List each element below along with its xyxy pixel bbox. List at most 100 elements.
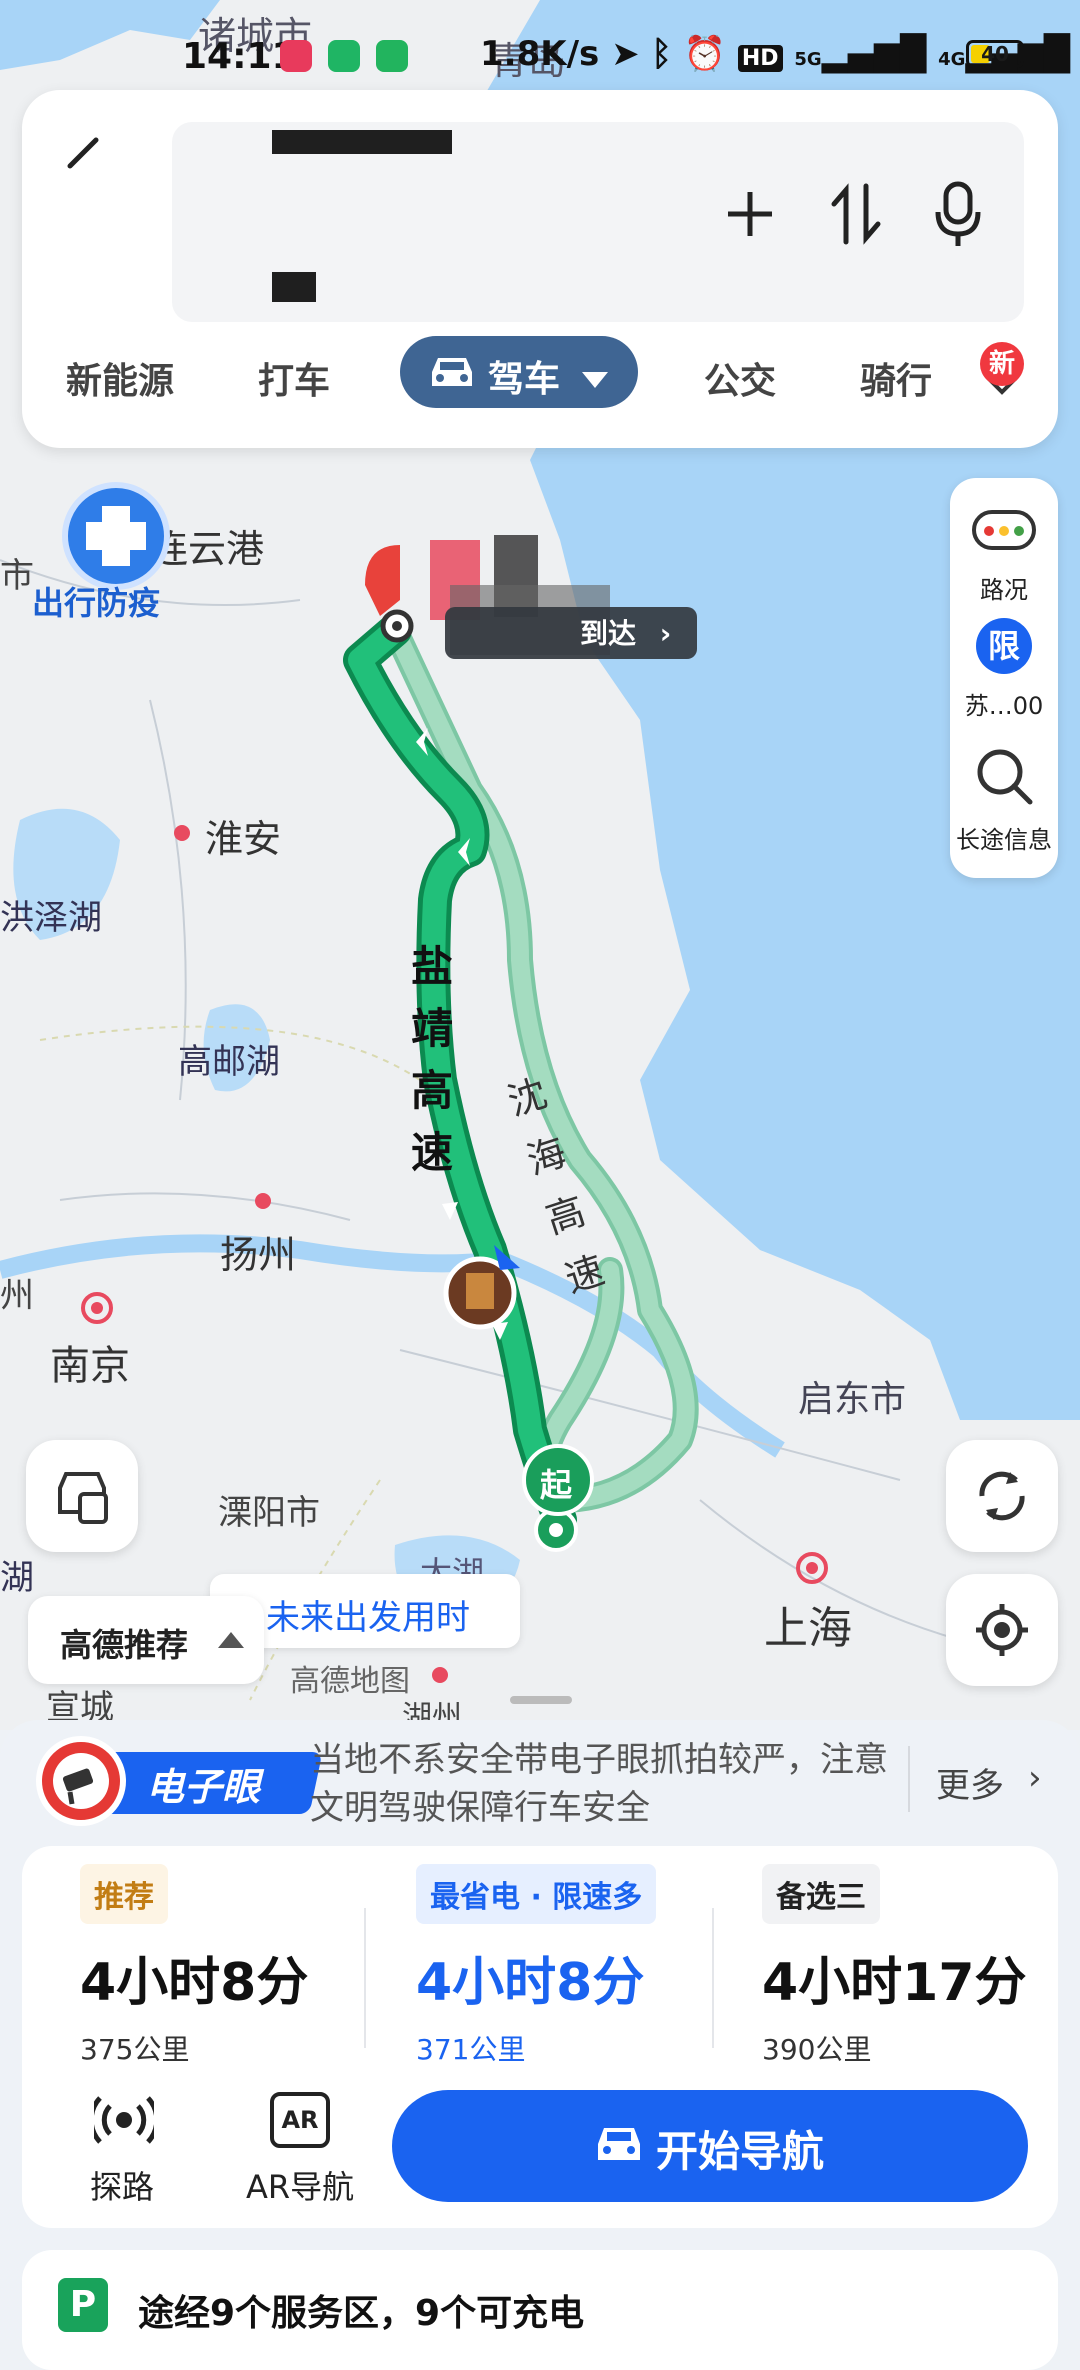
tab-drive-label: 驾车 xyxy=(488,359,561,400)
map-label: 州 xyxy=(0,1276,34,1316)
explore-icon xyxy=(88,2092,160,2148)
status-bar: 14:11 1.8K/s ➤ ᛒ ⏰ HD 5G▂▄▆█ 4G▂▄▆█ 40 xyxy=(0,0,1080,90)
route-time: 4小时8分 xyxy=(416,1953,645,2013)
shield-icon xyxy=(62,482,170,590)
camera-alert-text: 当地不系安全带电子眼抓拍较严，注意文明驾驶保障行车安全 xyxy=(310,1740,888,1828)
road-char: 靖 xyxy=(410,1004,453,1053)
vehicle-settings-button[interactable] xyxy=(26,1440,138,1552)
new-badge: 新 xyxy=(980,342,1024,386)
chevron-right-icon: › xyxy=(659,617,672,650)
more-label: 更多 xyxy=(936,1766,1004,1806)
map-label: 淮安 xyxy=(205,817,282,861)
map-label: 高邮湖 xyxy=(178,1042,280,1082)
search-icon xyxy=(974,746,1034,806)
future-departure-label: 未来出发用时 xyxy=(266,1598,470,1638)
refresh-route-button[interactable] xyxy=(946,1440,1058,1552)
alert-more-button[interactable]: 更多 › xyxy=(908,1746,1060,1812)
locate-icon xyxy=(974,1602,1030,1658)
traffic-label: 路况 xyxy=(980,576,1028,604)
route-option-selected[interactable]: 最省电 · 限速多 4小时8分 371公里 xyxy=(392,1864,702,2066)
tab-taxi[interactable]: 打车 xyxy=(258,352,330,404)
map-label: 上海 xyxy=(764,1603,852,1654)
map-watermark: 高德地图 xyxy=(290,1664,410,1699)
notification-icon xyxy=(376,40,408,72)
signal-icon: ▂▄▆█ xyxy=(821,34,927,74)
map-label: 启东市 xyxy=(798,1379,907,1420)
epidemic-label: 出行防疫 xyxy=(32,584,161,622)
hd-icon: HD xyxy=(737,45,783,72)
signal-label: 5G xyxy=(794,49,822,70)
microphone-icon[interactable] xyxy=(930,180,986,250)
location-icon: ➤ xyxy=(611,34,640,74)
route-tag: 备选三 xyxy=(762,1864,880,1924)
back-arrow-icon[interactable] xyxy=(64,132,104,172)
map-label: 扬州 xyxy=(220,1233,297,1277)
tab-bike[interactable]: 骑行 xyxy=(860,352,932,404)
map-label: 溧阳市 xyxy=(218,1493,320,1533)
add-waypoint-icon[interactable] xyxy=(722,186,778,242)
road-char: 盐 xyxy=(410,942,453,991)
route-tag: 最省电 · 限速多 xyxy=(416,1864,657,1924)
battery-level: 40 xyxy=(981,42,1009,66)
road-char: 速 xyxy=(410,1128,453,1177)
route-option[interactable]: 推荐 4小时8分 375公里 xyxy=(46,1864,356,2066)
chevron-down-icon xyxy=(580,360,610,401)
start-marker-label: 起 xyxy=(540,1466,573,1504)
map-label: 市 xyxy=(0,556,34,596)
route-option[interactable]: 备选三 4小时17分 390公里 xyxy=(738,1864,1048,2066)
origin-field[interactable] xyxy=(272,130,452,154)
destination-field[interactable] xyxy=(272,272,316,302)
traffic-icon xyxy=(972,510,1036,550)
restriction-label: 苏…00 xyxy=(964,692,1044,720)
tab-new-energy[interactable]: 新能源 xyxy=(66,352,174,404)
start-navigation-button[interactable]: 开始导航 xyxy=(392,2090,1028,2202)
route-search-card: 新能源 打车 驾车 公交 骑行 xyxy=(22,90,1058,448)
service-area-card[interactable]: P 途经9个服务区，9个可充电 xyxy=(22,2250,1058,2370)
long-trip-label: 长途信息 xyxy=(956,826,1052,854)
long-trip-button[interactable]: 长途信息 xyxy=(950,746,1058,876)
recommend-label: 高德推荐 xyxy=(60,1626,189,1664)
battery-icon: 40 xyxy=(966,40,1024,68)
epidemic-button[interactable]: 出行防疫 xyxy=(32,478,182,622)
ar-icon: AR xyxy=(270,2092,330,2148)
route-tag: 推荐 xyxy=(80,1864,168,1924)
restriction-button[interactable]: 限 苏…00 xyxy=(950,612,1058,742)
route-distance: 375公里 xyxy=(80,2033,190,2066)
traffic-button[interactable]: 路况 xyxy=(950,478,1058,608)
sheet-handle[interactable] xyxy=(510,1696,572,1704)
signal-label: 4G xyxy=(938,49,966,70)
notification-icon xyxy=(280,40,312,72)
map-label: 湖 xyxy=(0,1558,34,1598)
car-icon xyxy=(592,2122,646,2166)
tab-drive[interactable]: 驾车 xyxy=(400,336,638,408)
alarm-icon: ⏰ xyxy=(683,34,727,74)
network-speed: 1.8K/s xyxy=(480,34,600,74)
ar-nav-label: AR导航 xyxy=(246,2168,355,2206)
camera-alert-badge: 电子眼 xyxy=(36,1736,323,1826)
map-tools-panel: 路况 限 苏…00 长途信息 xyxy=(950,478,1058,878)
notification-icon xyxy=(328,40,360,72)
parking-letter: P xyxy=(69,2284,97,2325)
destination-badge[interactable]: 到达 › xyxy=(580,612,671,652)
route-divider xyxy=(364,1908,366,2048)
route-time: 4小时8分 xyxy=(80,1953,309,2013)
car-icon xyxy=(426,352,478,392)
ar-nav-button[interactable]: AR AR导航 xyxy=(220,2092,380,2212)
camera-icon xyxy=(36,1736,126,1826)
explore-label: 探路 xyxy=(90,2168,155,2206)
camera-alert-label: 电子眼 xyxy=(146,1765,261,1809)
locate-button[interactable] xyxy=(946,1574,1058,1686)
route-input-box[interactable] xyxy=(172,122,1024,322)
refresh-icon xyxy=(974,1468,1030,1524)
route-distance: 390公里 xyxy=(762,2033,872,2066)
route-distance: 371公里 xyxy=(416,2033,526,2066)
explore-button[interactable]: 探路 xyxy=(62,2092,182,2212)
tab-bus[interactable]: 公交 xyxy=(704,352,776,404)
recommend-dropdown[interactable]: 高德推荐 xyxy=(28,1596,264,1684)
swap-icon[interactable] xyxy=(828,182,884,246)
restriction-badge: 限 xyxy=(976,618,1032,674)
start-navigation-label: 开始导航 xyxy=(656,2127,825,2176)
chevron-up-icon xyxy=(216,1628,246,1654)
map-label: 洪泽湖 xyxy=(0,898,102,938)
destination-badge-label: 到达 xyxy=(580,617,637,650)
